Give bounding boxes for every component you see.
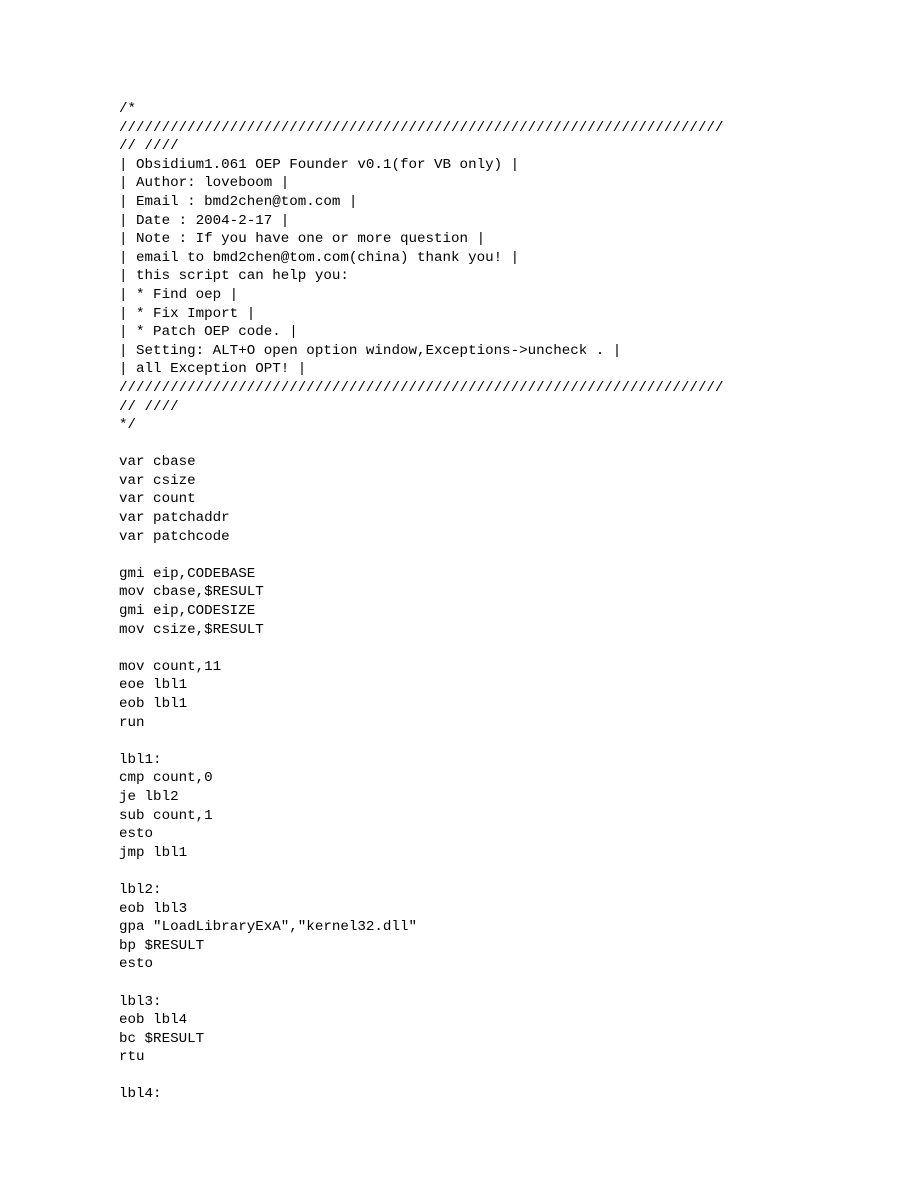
code-content: /* /////////////////////////////////////…	[119, 101, 724, 1102]
code-document: /* /////////////////////////////////////…	[0, 0, 920, 1204]
